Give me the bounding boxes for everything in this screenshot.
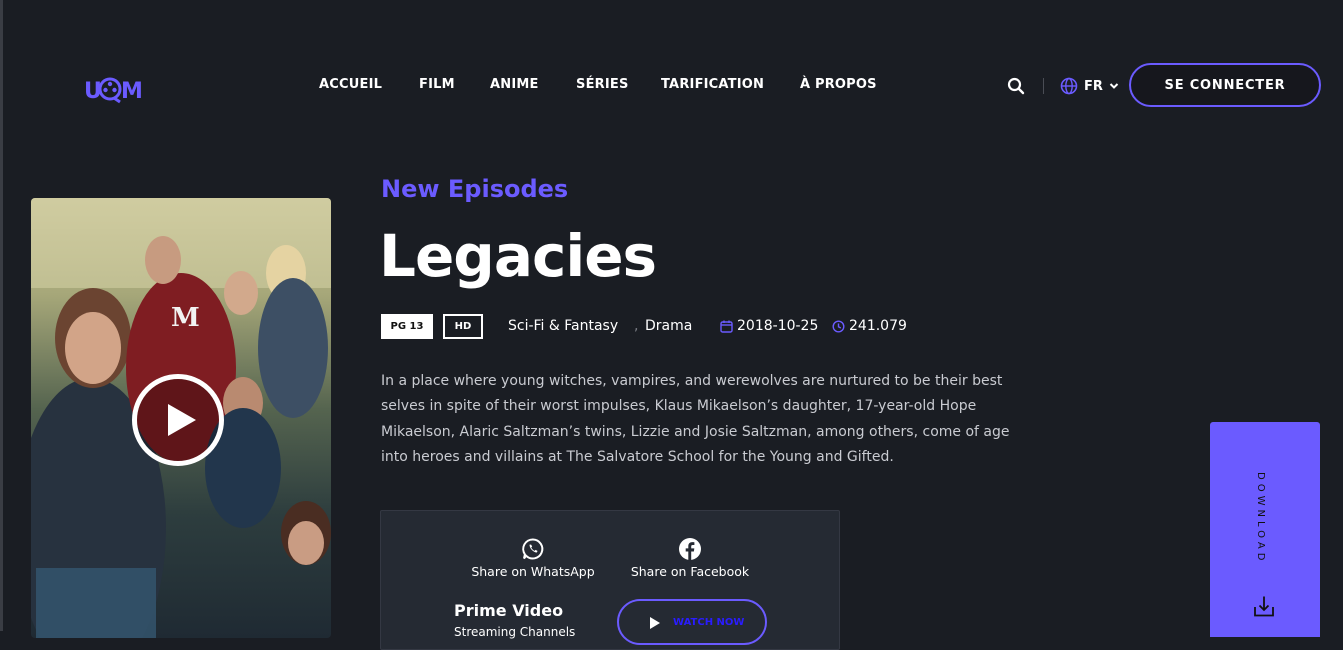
window-edge [0, 0, 3, 631]
whatsapp-icon [522, 538, 544, 560]
genre-link[interactable]: Sci-Fi & Fantasy [508, 318, 618, 334]
play-icon [168, 404, 196, 436]
download-icon [1254, 596, 1274, 617]
download-tab[interactable]: DOWNLOAD [1210, 422, 1320, 637]
watch-now-button[interactable]: WATCH NOW [617, 599, 767, 645]
facebook-icon [679, 538, 701, 560]
provider-name: Prime Video [454, 601, 564, 620]
language-code: FR [1084, 78, 1103, 94]
nav-item-film[interactable]: FILM [419, 77, 455, 92]
section-eyebrow: New Episodes [381, 175, 569, 203]
release-date: 2018-10-25 [737, 318, 819, 334]
share-whatsapp-button[interactable]: Share on WhatsApp [463, 537, 603, 579]
svg-text:M: M [121, 79, 142, 104]
share-panel: Share on WhatsApp Share on Facebook Prim… [380, 510, 840, 650]
quality-badge: HD [443, 314, 483, 339]
download-label: DOWNLOAD [1255, 472, 1266, 565]
rating-badge: PG 13 [381, 314, 433, 339]
nav-item-series[interactable]: SÉRIES [576, 77, 629, 92]
genre-link[interactable]: Drama [645, 318, 692, 334]
calendar-icon [720, 320, 733, 333]
globe-icon [1060, 77, 1078, 95]
language-selector[interactable]: FR [1060, 76, 1119, 96]
show-title: Legacies [379, 222, 657, 290]
play-trailer-button[interactable] [132, 374, 224, 466]
provider-subtitle: Streaming Channels [454, 625, 576, 639]
header-divider [1043, 78, 1044, 94]
nav-item-anime[interactable]: ANIME [490, 77, 539, 92]
popularity-score: 241.079 [849, 318, 907, 334]
chevron-down-icon [1109, 83, 1119, 89]
share-whatsapp-label: Share on WhatsApp [471, 564, 595, 579]
genre-separator: , [634, 318, 639, 334]
nav-item-a-propos[interactable]: À PROPOS [800, 77, 877, 92]
nav-item-tarification[interactable]: TARIFICATION [661, 77, 764, 92]
show-description: In a place where young witches, vampires… [381, 373, 1010, 465]
clock-icon [832, 320, 845, 333]
search-icon[interactable] [1007, 77, 1025, 95]
share-facebook-label: Share on Facebook [630, 564, 750, 579]
play-icon [650, 617, 660, 629]
nav-item-accueil[interactable]: ACCUEIL [319, 77, 382, 92]
share-facebook-button[interactable]: Share on Facebook [620, 537, 760, 579]
watch-now-label: WATCH NOW [673, 617, 745, 628]
signin-button[interactable]: SE CONNECTER [1129, 63, 1321, 107]
logo-film-reel-icon: U M [84, 77, 142, 104]
show-poster: M [31, 198, 331, 638]
svg-text:M: M [171, 303, 200, 333]
site-logo[interactable]: U M [84, 74, 142, 104]
show-meta: PG 13 HD Sci-Fi & Fantasy , Drama 2018-1… [381, 314, 1001, 339]
